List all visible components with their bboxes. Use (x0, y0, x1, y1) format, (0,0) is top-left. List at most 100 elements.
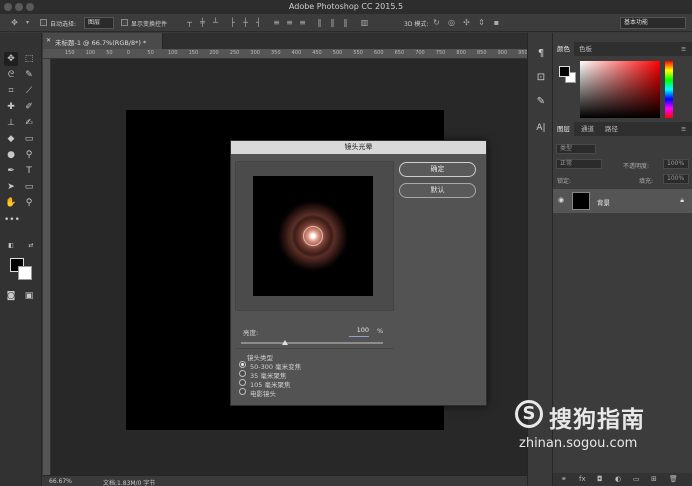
3d-slide-icon[interactable]: ⇕ (477, 18, 486, 27)
ruler-tick-label: 0 (126, 50, 130, 56)
eyedropper-tool-icon[interactable]: ⟋ (22, 84, 36, 98)
flare-preview[interactable] (253, 176, 373, 296)
gradient-tool-icon[interactable]: ▭ (22, 132, 36, 146)
brightness-slider-thumb[interactable] (282, 340, 289, 345)
visibility-eye-icon[interactable]: ◉ (558, 197, 566, 204)
brightness-slider[interactable] (241, 342, 383, 344)
lasso-tool-icon[interactable]: ᘓ (4, 68, 18, 82)
show-transform-checkbox[interactable] (121, 19, 128, 26)
flare-center-crosshair[interactable] (311, 234, 315, 238)
screen-mode-icon[interactable]: ▣ (22, 289, 36, 303)
distribute-bottom-icon[interactable]: ≡ (298, 18, 307, 27)
zoom-tool-icon[interactable]: ⚲ (22, 196, 36, 210)
distribute-vcenter-icon[interactable]: ≡ (285, 18, 294, 27)
lens-radio-movie[interactable] (239, 388, 246, 395)
close-window-button[interactable] (4, 3, 12, 11)
quick-select-tool-icon[interactable]: ✎ (22, 68, 36, 82)
vertical-ruler[interactable] (43, 59, 51, 475)
edit-toolbar-icon[interactable]: ••• (4, 213, 20, 227)
brush-panel-icon[interactable]: ✎ (534, 95, 548, 109)
zoom-level[interactable]: 66.67% (49, 478, 72, 485)
hand-tool-icon[interactable]: ✋ (4, 196, 18, 210)
fill-input[interactable]: 100% (663, 174, 689, 184)
blend-mode-dropdown[interactable]: 正常 (556, 159, 602, 169)
tab-color[interactable]: 颜色 (553, 42, 574, 56)
auto-select-checkbox[interactable] (40, 19, 47, 26)
auto-select-dropdown[interactable]: 图层 (84, 17, 114, 29)
character-styles-panel-icon[interactable]: ⊡ (534, 71, 548, 85)
ruler-tick-label: 550 (353, 50, 363, 56)
history-brush-tool-icon[interactable]: ✍ (22, 116, 36, 130)
reset-button[interactable]: 默认 (399, 183, 476, 198)
tool-preset-chevron-icon[interactable]: ▾ (23, 18, 32, 27)
distribute-hcenter-icon[interactable]: ‖ (328, 18, 337, 27)
document-tab[interactable]: ✕ 未标题-1 @ 66.7%(RGB/8*) * (43, 33, 163, 49)
eraser-tool-icon[interactable]: ◆ (4, 132, 18, 146)
tab-layers[interactable]: 图层 (553, 122, 574, 136)
tab-paths[interactable]: 路径 (601, 122, 622, 136)
layer-row[interactable]: ◉ 背景 🔒︎ (553, 189, 692, 213)
lens-radio-35[interactable] (239, 370, 246, 377)
paragraph-panel-icon[interactable]: ¶ (534, 47, 548, 61)
move-tool-icon[interactable]: ✥ (10, 18, 19, 27)
minimize-window-button[interactable] (15, 3, 23, 11)
align-top-icon[interactable]: ┬ (185, 18, 194, 27)
layer-filter-dropdown[interactable]: 类型 (556, 144, 596, 154)
crop-tool-icon[interactable]: ⌗ (4, 84, 18, 98)
link-layers-icon[interactable]: ⚭ (561, 475, 567, 483)
align-right-icon[interactable]: ┤ (254, 18, 263, 27)
adjustment-layer-icon[interactable]: ◐ (615, 475, 621, 483)
color-picker-field[interactable] (580, 61, 660, 118)
healing-brush-tool-icon[interactable]: ✚ (4, 100, 18, 114)
delete-layer-icon[interactable]: 🗑︎ (669, 475, 678, 483)
brightness-input[interactable] (349, 325, 369, 335)
auto-align-icon[interactable]: ▥ (360, 18, 369, 27)
workspace-dropdown[interactable]: 基本功能 (620, 17, 686, 29)
distribute-right-icon[interactable]: ‖ (341, 18, 350, 27)
app-title: Adobe Photoshop CC 2015.5 (288, 2, 404, 11)
3d-roll-icon[interactable]: ◎ (447, 18, 456, 27)
ok-button[interactable]: 确定 (399, 162, 476, 177)
lens-radio-105[interactable] (239, 379, 246, 386)
character-panel-icon[interactable]: A| (534, 121, 548, 135)
opacity-input[interactable]: 100% (663, 159, 689, 169)
panel-menu-icon[interactable]: ≡ (677, 122, 690, 136)
default-colors-icon[interactable]: ◧ (4, 239, 18, 253)
clone-stamp-tool-icon[interactable]: ⊥ (4, 116, 18, 130)
align-left-icon[interactable]: ├ (228, 18, 237, 27)
new-group-icon[interactable]: ▭ (633, 475, 640, 483)
path-select-tool-icon[interactable]: ➤ (4, 180, 18, 194)
lens-radio-50-300[interactable] (239, 361, 246, 368)
swap-colors-icon[interactable]: ⇄ (24, 239, 38, 253)
add-mask-icon[interactable]: ◘ (597, 475, 603, 483)
horizontal-ruler[interactable]: 150 100 50 0 50 100 150 200 250 300 350 400 450 500 55… (43, 49, 527, 59)
move-tool-icon[interactable]: ✥ (4, 52, 18, 66)
background-color-swatch[interactable] (18, 266, 32, 280)
align-hcenter-icon[interactable]: ┼ (241, 18, 250, 27)
align-vcenter-icon[interactable]: ╪ (198, 18, 207, 27)
panel-menu-icon[interactable]: ≡ (677, 42, 690, 56)
3d-rotate-icon[interactable]: ↻ (432, 18, 441, 27)
zoom-window-button[interactable] (26, 3, 34, 11)
dodge-tool-icon[interactable]: ⚲ (22, 148, 36, 162)
distribute-left-icon[interactable]: ‖ (315, 18, 324, 27)
quick-mask-icon[interactable]: ◙ (4, 289, 18, 303)
tab-swatches[interactable]: 色板 (575, 42, 596, 56)
marquee-tool-icon[interactable]: ⬚ (22, 52, 36, 66)
pen-tool-icon[interactable]: ✒ (4, 164, 18, 178)
brush-tool-icon[interactable]: ✐ (22, 100, 36, 114)
distribute-top-icon[interactable]: ≡ (272, 18, 281, 27)
layer-style-icon[interactable]: fx (579, 475, 586, 483)
rectangle-tool-icon[interactable]: ▭ (22, 180, 36, 194)
hue-slider[interactable] (665, 61, 673, 118)
close-tab-icon[interactable]: ✕ (46, 37, 51, 44)
panel-foreground-swatch[interactable] (559, 66, 570, 77)
3d-pan-icon[interactable]: ✣ (462, 18, 471, 27)
new-layer-icon[interactable]: ⊞ (651, 475, 657, 483)
type-tool-icon[interactable]: T (22, 164, 36, 178)
tab-channels[interactable]: 通道 (577, 122, 598, 136)
lock-icon[interactable]: 🔒︎ (680, 196, 684, 205)
3d-scale-icon[interactable]: ▪ (492, 18, 501, 27)
align-bottom-icon[interactable]: ┴ (211, 18, 220, 27)
blur-tool-icon[interactable]: ● (4, 148, 18, 162)
